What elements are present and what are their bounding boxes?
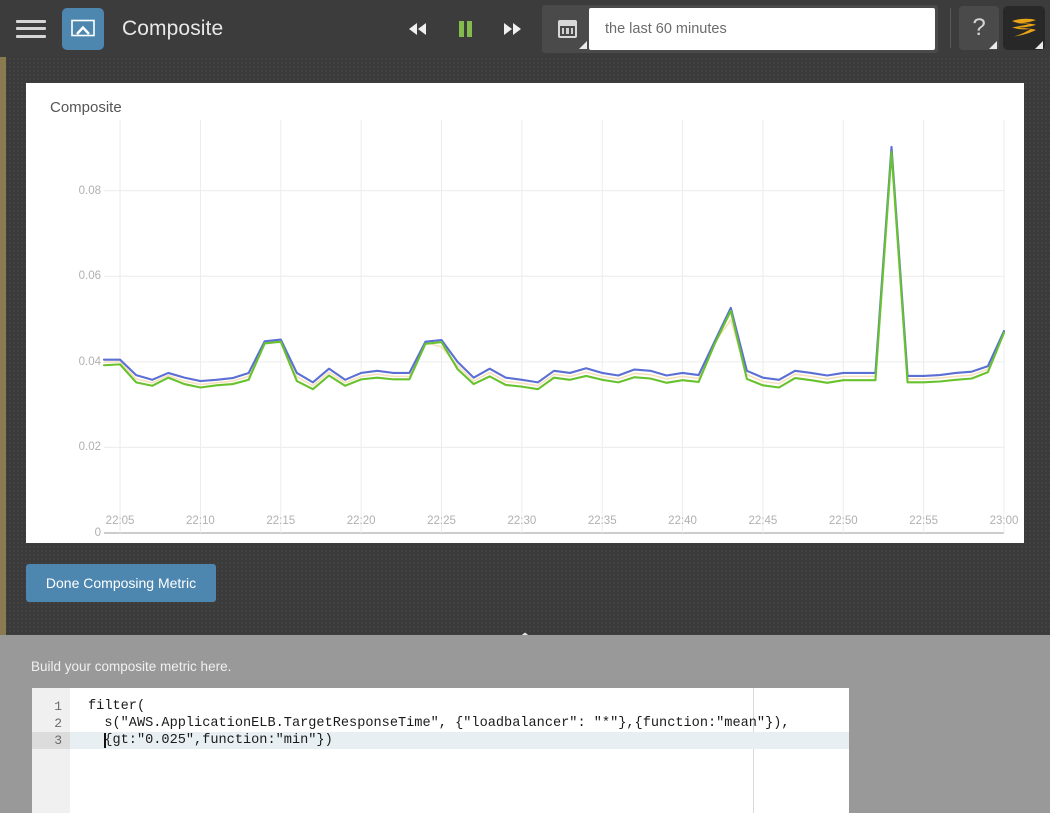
line-number: 1 <box>54 699 62 714</box>
composer-hint: Build your composite metric here. <box>31 659 232 674</box>
line-number: 2 <box>54 716 62 731</box>
x-axis-tick-label: 22:40 <box>668 515 697 527</box>
page-title: Composite <box>122 16 224 40</box>
app-root: Composite the last 60 minutes ? Composit… <box>0 0 1050 813</box>
code-line[interactable]: s("AWS.ApplicationELB.TargetResponseTime… <box>70 715 789 732</box>
x-axis-tick-label: 22:30 <box>507 515 537 527</box>
logo-glyph <box>1012 18 1036 37</box>
composer-panel: Build your composite metric here. 1 2 3 fi… <box>0 635 1050 813</box>
code-line[interactable]: filter( <box>70 698 145 715</box>
left-accent-strip <box>0 57 6 635</box>
fast-forward-icon[interactable] <box>499 18 525 40</box>
x-axis-tick-label: 22:55 <box>909 515 939 527</box>
time-range-input[interactable] <box>589 8 935 50</box>
playback-controls <box>405 14 525 44</box>
x-axis-tick-label: 22:25 <box>427 515 456 527</box>
forward-glyph <box>504 23 521 35</box>
done-composing-metric-button[interactable]: Done Composing Metric <box>26 564 216 602</box>
chart-plot <box>102 120 1006 534</box>
top-bar: Composite the last 60 minutes ? <box>0 0 1050 57</box>
signalfx-logo-icon[interactable] <box>1003 6 1045 50</box>
x-axis-tick-label: 22:10 <box>186 515 215 527</box>
rewind-icon[interactable] <box>405 18 431 40</box>
code-line[interactable]: {gt:"0.025",function:"min"}) <box>70 732 332 749</box>
dropdown-corner-icon <box>1035 41 1043 49</box>
editor-code-area[interactable]: filter( s("AWS.ApplicationELB.TargetResp… <box>70 688 849 813</box>
x-axis-tick-label: 22:15 <box>266 515 296 527</box>
chart-panel: Composite 0 0.02 0.04 0.06 0.08 22:05 22:10 22… <box>26 83 1024 543</box>
gutter-active-line <box>32 732 70 749</box>
toolbar-divider <box>950 8 951 48</box>
text-caret <box>104 733 106 748</box>
calendar-icon[interactable] <box>545 8 589 50</box>
chart-screen-glyph <box>71 19 95 36</box>
editor-gutter: 1 2 3 <box>32 688 70 813</box>
x-axis-tick-label: 22:05 <box>105 515 135 527</box>
calendar-glyph <box>557 20 577 38</box>
pause-icon[interactable] <box>452 18 478 40</box>
print-margin-guide <box>753 688 754 813</box>
x-axis-tick-label: 22:45 <box>748 515 778 527</box>
line-number: 3 <box>54 733 62 748</box>
code-editor[interactable]: 1 2 3 filter( s("AWS.ApplicationELB.Target… <box>32 688 849 813</box>
x-axis-tick-label: 22:50 <box>828 515 858 527</box>
dropdown-corner-icon <box>989 41 997 49</box>
hamburger-menu-icon[interactable] <box>14 17 48 41</box>
x-axis-tick-label: 22:20 <box>346 515 376 527</box>
pause-glyph <box>458 21 472 37</box>
main-area: Composite 0 0.02 0.04 0.06 0.08 22:05 22:10 22… <box>0 57 1050 692</box>
rewind-glyph <box>409 23 426 35</box>
chart-screen-icon[interactable] <box>62 7 104 50</box>
time-range-picker[interactable] <box>542 5 938 53</box>
help-button[interactable]: ? <box>959 6 999 50</box>
help-label: ? <box>972 14 986 41</box>
x-axis-tick-label: 23:00 <box>989 515 1019 527</box>
dropdown-corner-icon <box>579 41 587 49</box>
x-axis-tick-label: 22:35 <box>587 515 617 527</box>
